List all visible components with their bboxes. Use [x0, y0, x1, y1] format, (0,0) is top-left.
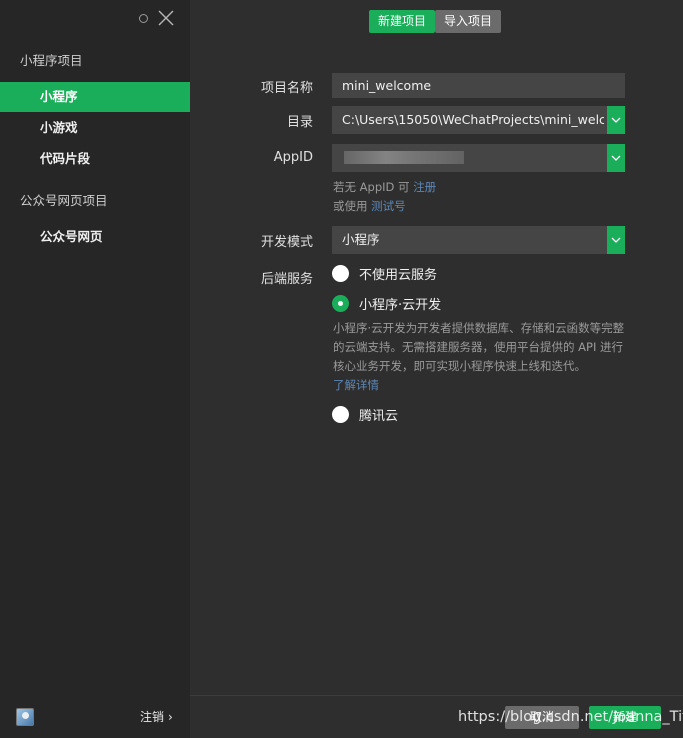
- sidebar-item-minigame[interactable]: 小游戏: [0, 113, 190, 143]
- create-button[interactable]: 新建: [589, 706, 661, 729]
- radio-cloud-dev-label: 小程序·云开发: [359, 298, 442, 313]
- dev-mode-value: 小程序: [342, 232, 380, 247]
- appid-hint-text: 若无 AppID 可: [333, 180, 410, 194]
- footer-divider: [190, 695, 683, 696]
- learn-more-link[interactable]: 了解详情: [333, 378, 379, 392]
- radio-no-cloud-label: 不使用云服务: [359, 268, 438, 283]
- project-tabs: 新建项目 导入项目: [369, 10, 502, 33]
- directory-label: 目录: [286, 115, 313, 130]
- appid-select[interactable]: [332, 144, 625, 172]
- window-controls: [139, 8, 175, 28]
- cancel-button[interactable]: 取消: [505, 706, 579, 729]
- appid-hint-or-text: 或使用: [333, 199, 368, 213]
- close-icon[interactable]: [157, 9, 175, 27]
- chevron-down-icon[interactable]: [607, 106, 625, 134]
- chevron-down-icon[interactable]: [607, 226, 625, 254]
- radio-tencent-cloud[interactable]: 腾讯云: [332, 405, 398, 424]
- register-link[interactable]: 注册: [413, 180, 436, 194]
- sidebar-item-code-snippet[interactable]: 代码片段: [0, 144, 190, 174]
- test-account-link[interactable]: 测试号: [371, 199, 406, 213]
- sidebar-group-official-account: 公众号网页项目: [20, 193, 108, 208]
- sidebar-group-miniprogram: 小程序项目: [20, 53, 83, 68]
- directory-value: C:\Users\15050\WeChatProjects\mini_welco…: [342, 112, 604, 127]
- logout-button[interactable]: 注销 ›: [140, 708, 173, 725]
- tab-import-project[interactable]: 导入项目: [435, 10, 502, 33]
- project-name-input[interactable]: [332, 73, 625, 98]
- chevron-right-icon: ›: [168, 709, 173, 724]
- dev-mode-select[interactable]: 小程序: [332, 226, 625, 254]
- cloud-desc-text: 小程序·云开发为开发者提供数据库、存储和云函数等完整的云端支持。无需搭建服务器，…: [333, 321, 625, 373]
- appid-hint-register: 若无 AppID 可 注册: [333, 179, 436, 195]
- avatar[interactable]: [16, 708, 34, 726]
- sidebar-item-official-webpage[interactable]: 公众号网页: [0, 222, 190, 252]
- minimize-circle-icon[interactable]: [139, 13, 148, 23]
- tab-new-project[interactable]: 新建项目: [369, 10, 436, 33]
- sidebar: 小程序项目 小程序 小游戏 代码片段 公众号网页项目 公众号网页 注销 ›: [0, 0, 190, 738]
- radio-unchecked-icon[interactable]: [332, 265, 349, 282]
- radio-unchecked-icon[interactable]: [332, 406, 349, 423]
- directory-select[interactable]: C:\Users\15050\WeChatProjects\mini_welco…: [332, 106, 625, 134]
- appid-hint-test: 或使用 测试号: [333, 198, 406, 214]
- backend-label: 后端服务: [260, 272, 313, 287]
- appid-redacted-value: [344, 151, 464, 164]
- radio-no-cloud[interactable]: 不使用云服务: [332, 264, 437, 283]
- cloud-dev-description: 小程序·云开发为开发者提供数据库、存储和云函数等完整的云端支持。无需搭建服务器，…: [333, 319, 628, 395]
- radio-tencent-cloud-label: 腾讯云: [359, 409, 399, 424]
- sidebar-item-miniprogram[interactable]: 小程序: [0, 82, 190, 112]
- logout-label: 注销: [140, 710, 165, 724]
- radio-checked-icon[interactable]: [332, 295, 349, 312]
- dev-mode-label: 开发模式: [260, 235, 313, 250]
- appid-label: AppID: [273, 150, 313, 165]
- chevron-down-icon[interactable]: [607, 144, 625, 172]
- project-name-label: 项目名称: [260, 81, 313, 96]
- radio-cloud-dev[interactable]: 小程序·云开发: [332, 294, 441, 313]
